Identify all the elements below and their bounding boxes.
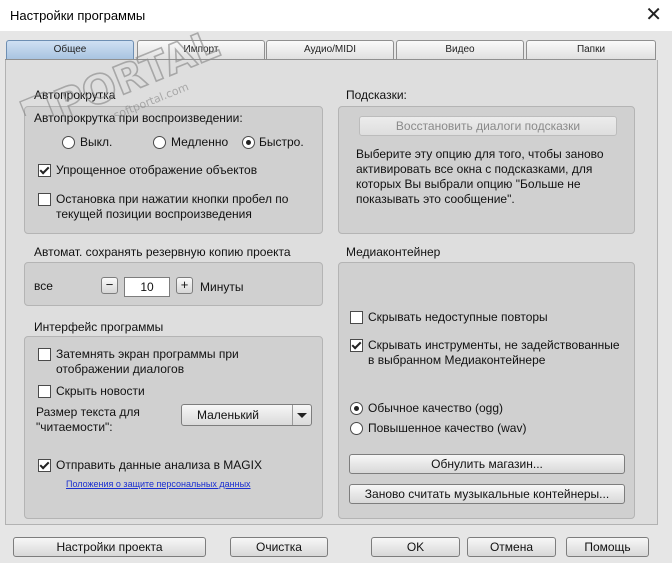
autoscroll-fast-label: Быстро. bbox=[259, 135, 304, 149]
help-button[interactable]: Помощь bbox=[566, 537, 649, 557]
project-settings-button[interactable]: Настройки проекта bbox=[13, 537, 206, 557]
tab-import[interactable]: Импорт bbox=[137, 40, 265, 59]
tab-audio-midi[interactable]: Аудио/MIDI bbox=[266, 40, 394, 59]
text-size-label-line1: Размер текста для bbox=[36, 405, 140, 419]
window-title: Настройки программы bbox=[10, 8, 146, 23]
close-icon[interactable]: ✕ bbox=[645, 2, 662, 27]
hide-unavailable-checkbox[interactable] bbox=[350, 311, 363, 324]
autoscroll-slow-label: Медленно bbox=[171, 135, 229, 149]
chevron-down-icon[interactable] bbox=[292, 405, 311, 425]
stop-on-space-checkbox[interactable] bbox=[38, 193, 51, 206]
title-bar: Настройки программы ✕ bbox=[0, 0, 672, 31]
simplified-display-checkbox[interactable] bbox=[38, 164, 51, 177]
dim-screen-label-line1: Затемнять экран программы при bbox=[56, 347, 239, 361]
ok-button[interactable]: OK bbox=[371, 537, 460, 557]
simplified-display-label: Упрощенное отображение объектов bbox=[56, 163, 258, 177]
cancel-button[interactable]: Отмена bbox=[467, 537, 556, 557]
backup-section-title: Автомат. сохранять резервную копию проек… bbox=[34, 245, 291, 259]
backup-decrement-button[interactable]: − bbox=[101, 277, 118, 294]
text-size-label-line2: "читаемости": bbox=[36, 420, 113, 434]
autoscroll-off-label: Выкл. bbox=[80, 135, 113, 149]
quality-ogg-radio[interactable] bbox=[350, 402, 363, 415]
text-size-value: Маленький bbox=[196, 408, 259, 422]
stop-on-space-label-line1: Остановка при нажатии кнопки пробел по bbox=[56, 192, 289, 206]
autoscroll-slow-radio[interactable] bbox=[153, 136, 166, 149]
hide-unavailable-label: Скрывать недоступные повторы bbox=[368, 310, 548, 324]
tab-general[interactable]: Общее bbox=[6, 40, 134, 59]
quality-wav-label: Повышенное качество (wav) bbox=[368, 421, 527, 435]
hide-news-label: Скрыть новости bbox=[56, 384, 145, 398]
autoscroll-label: Автопрокрутка при воспроизведении: bbox=[34, 111, 243, 125]
privacy-policy-link[interactable]: Положения о защите персональных данных bbox=[66, 479, 251, 489]
hide-unused-instruments-checkbox[interactable] bbox=[350, 339, 363, 352]
backup-unit-label: Минуты bbox=[200, 280, 244, 294]
stop-on-space-label-line2: текущей позиции воспроизведения bbox=[56, 207, 252, 221]
send-analytics-label: Отправить данные анализа в MAGIX bbox=[56, 458, 262, 472]
backup-increment-button[interactable]: + bbox=[176, 277, 193, 294]
recount-containers-button[interactable]: Заново считать музыкальные контейнеры... bbox=[349, 484, 625, 504]
hints-description-line1: Выберите эту опцию для того, чтобы занов… bbox=[356, 147, 604, 161]
backup-group bbox=[24, 262, 323, 306]
hide-unused-label-line2: в выбранном Медиаконтейнере bbox=[368, 353, 546, 367]
hints-description-line3: которых Вы выбрали опцию "Больше не bbox=[356, 177, 581, 191]
autoscroll-section-title: Автопрокрутка bbox=[34, 88, 116, 102]
hints-description-line2: активировать все окна с подсказками, для bbox=[356, 162, 593, 176]
clear-button[interactable]: Очистка bbox=[230, 537, 328, 557]
quality-wav-radio[interactable] bbox=[350, 422, 363, 435]
backup-prefix-label: все bbox=[34, 279, 53, 293]
dim-screen-checkbox[interactable] bbox=[38, 348, 51, 361]
hints-description-line4: показывать это сообщение". bbox=[356, 192, 515, 206]
autoscroll-fast-radio[interactable] bbox=[242, 136, 255, 149]
backup-minutes-input[interactable]: 10 bbox=[124, 277, 170, 297]
hints-section-title: Подсказки: bbox=[346, 88, 407, 102]
text-size-dropdown[interactable]: Маленький bbox=[181, 404, 312, 426]
autoscroll-off-radio[interactable] bbox=[62, 136, 75, 149]
tab-folders[interactable]: Папки bbox=[526, 40, 656, 59]
restore-hints-button[interactable]: Восстановить диалоги подсказки bbox=[359, 116, 617, 136]
quality-ogg-label: Обычное качество (ogg) bbox=[368, 401, 503, 415]
interface-section-title: Интерфейс программы bbox=[34, 320, 164, 334]
media-container-group bbox=[338, 262, 635, 519]
hide-unused-label-line1: Скрывать инструменты, не задействованные bbox=[368, 338, 620, 352]
media-container-section-title: Медиаконтейнер bbox=[346, 245, 441, 259]
send-analytics-checkbox[interactable] bbox=[38, 459, 51, 472]
hide-news-checkbox[interactable] bbox=[38, 385, 51, 398]
dim-screen-label-line2: отображении диалогов bbox=[56, 362, 185, 376]
reset-store-button[interactable]: Обнулить магазин... bbox=[349, 454, 625, 474]
tab-video[interactable]: Видео bbox=[396, 40, 524, 59]
